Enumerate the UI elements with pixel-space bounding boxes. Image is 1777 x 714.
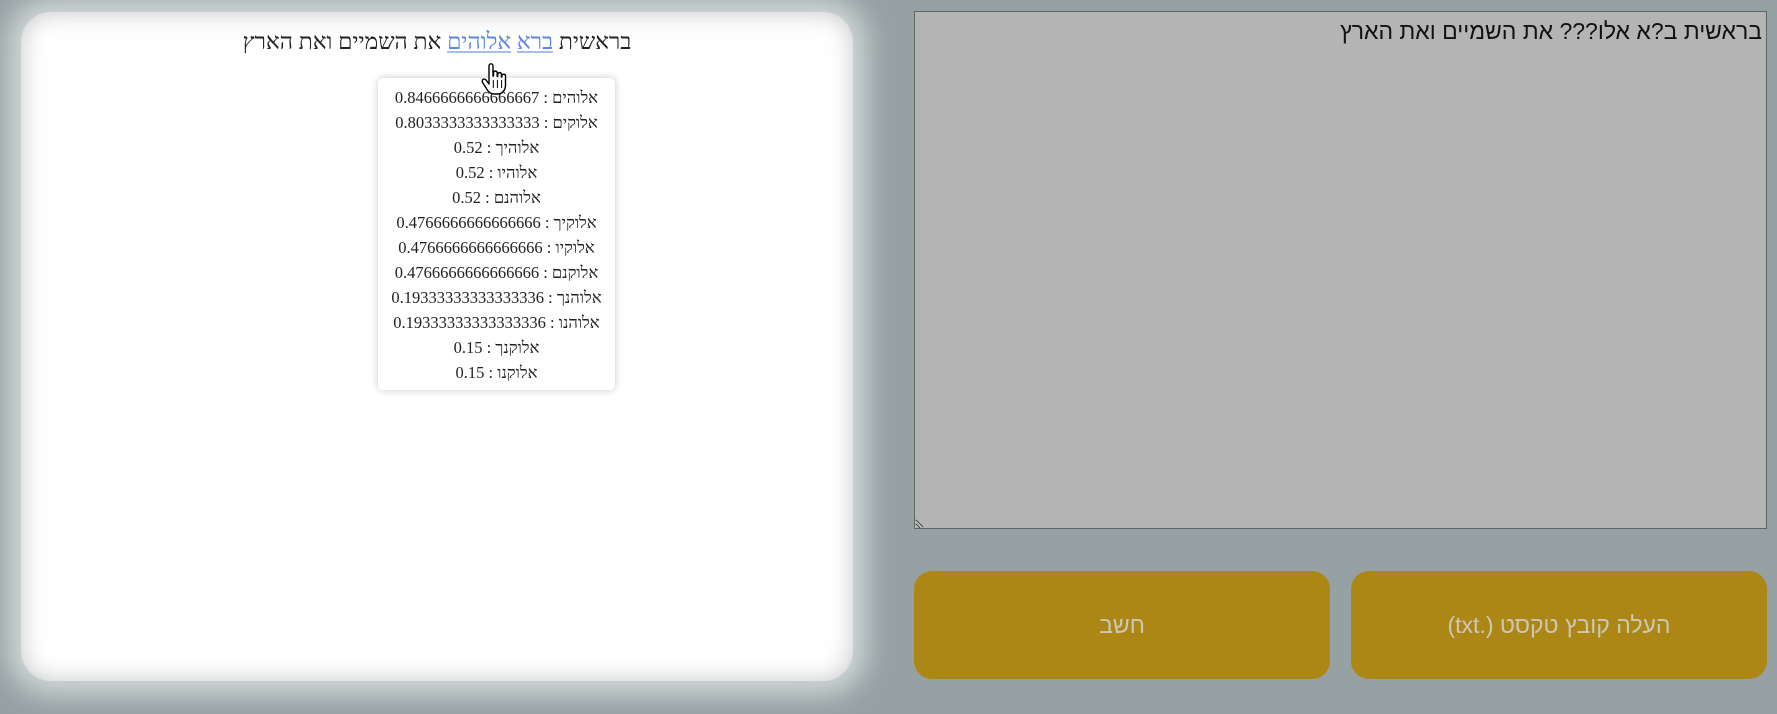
suggestion-item[interactable]: אלוהים : 0.8466666666666667 [378,85,615,110]
suggestion-item[interactable]: אלוקנם : 0.4766666666666666 [378,260,615,285]
resize-handle-icon[interactable] [915,517,927,529]
hebrew-text-input[interactable]: בראשית ב?א אלו??? את השמיים ואת הארץ [914,11,1767,529]
upload-txt-button[interactable]: העלה קובץ טקסט (.txt) [1351,571,1767,679]
suggestion-item[interactable]: אלוהנו : 0.19333333333333336 [378,310,615,335]
suggestion-item[interactable]: אלוהיך : 0.52 [378,135,615,160]
calculate-button[interactable]: חשב [914,571,1330,679]
suggestion-item[interactable]: אלוקנו : 0.15 [378,360,615,385]
suggestion-item[interactable]: אלוקיך : 0.4766666666666666 [378,210,615,235]
result-panel: בראשית ברא אלוהים את השמיים ואת הארץ אלו… [21,12,853,681]
suggestion-item[interactable]: אלוהנם : 0.52 [378,185,615,210]
result-sentence: בראשית ברא אלוהים את השמיים ואת הארץ [21,29,853,55]
suggestion-item[interactable]: אלוקיו : 0.4766666666666666 [378,235,615,260]
result-word: בראשית [558,29,632,54]
suggestion-item[interactable]: אלוהיו : 0.52 [378,160,615,185]
result-word: השמיים [338,29,408,54]
suggestion-item[interactable]: אלוהנך : 0.19333333333333336 [378,285,615,310]
result-word: את [413,29,442,54]
suggestion-item[interactable]: אלוקים : 0.8033333333333333 [378,110,615,135]
result-word-link[interactable]: ברא [517,29,553,54]
result-word: ואת [298,29,333,54]
suggestion-item[interactable]: אלוקנך : 0.15 [378,335,615,360]
result-word-link[interactable]: אלוהים [447,29,511,54]
suggestions-popup: אלוהים : 0.8466666666666667 אלוקים : 0.8… [378,78,615,390]
result-word: הארץ [242,29,293,54]
